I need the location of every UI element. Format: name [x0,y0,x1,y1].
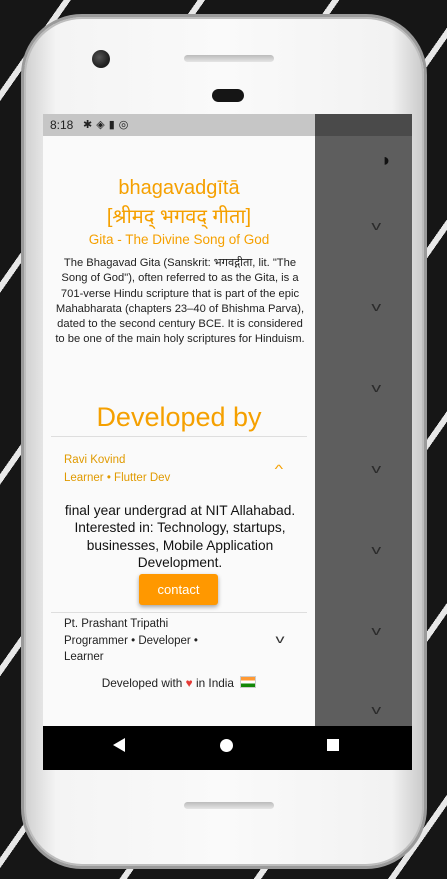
developer-bio: final year undergrad at NIT Allahabad. I… [64,503,296,570]
back-icon[interactable] [113,738,125,752]
chevron-up-icon[interactable]: ^ [275,462,283,476]
developer-name: Pt. Prashant Tripathi [64,618,169,630]
front-camera [92,50,110,68]
status-left-icons: ✱◈▮◎ [83,118,132,131]
app-subtitle: Gita - The Divine Song of God [88,232,270,247]
chevron-down-icon[interactable]: v [371,299,381,314]
developer-name: Ravi Kovind [64,454,126,466]
india-flag-icon [240,676,257,688]
home-icon[interactable] [220,739,233,752]
status-bar-shade [315,114,412,136]
screen: 8:18 ✱◈▮◎ ▼◢▮ ◗ v v v v v v v bhagavadgī… [43,114,412,770]
divider [51,436,307,437]
app-description: The Bhagavad Gita (Sanskrit: भगवद्गीता, … [55,257,305,346]
developer-role: Programmer • Developer • Learner [64,635,198,663]
app-title: bhagavadgītā [118,177,240,199]
chevron-down-icon[interactable]: v [371,380,381,395]
navigation-drawer: bhagavadgītā [श्रीमद् भगवद् गीता] Gita -… [43,136,315,726]
footer-credit: Developed with ♥ in India [43,676,315,690]
at-icon: ◎ [118,119,133,131]
chevron-down-icon[interactable]: v [276,632,285,646]
developer-role: Learner • Flutter Dev [64,472,171,484]
gear-icon: ✱ [83,119,97,131]
drawer-scrim[interactable]: ◗ v v v v v v v [315,114,412,726]
chevron-down-icon[interactable]: v [371,702,381,717]
shield-icon: ◈ [96,119,109,131]
sd-card-icon: ▮ [108,119,119,131]
divider [51,612,307,613]
app-title-devanagari: [श्रीमद् भगवद् गीता] [106,206,252,228]
bottom-speaker-grille [184,802,274,809]
recents-icon[interactable] [327,739,339,751]
status-time: 8:18 [50,118,74,132]
chevron-down-icon[interactable]: v [371,461,381,476]
top-speaker-grille [184,55,274,62]
earpiece [212,89,244,102]
chevron-down-icon[interactable]: v [371,218,381,233]
system-nav-bar [43,726,412,770]
chevron-down-icon[interactable]: v [371,623,381,638]
footer-text-before: Developed with [101,676,183,690]
chevron-down-icon[interactable]: v [371,542,381,557]
developed-by-heading: Developed by [96,402,262,432]
contact-button[interactable]: contact [139,574,218,605]
dark-mode-moon-icon[interactable]: ◗ [381,150,392,171]
heart-icon: ♥ [185,676,193,690]
footer-text-after: in India [195,676,234,690]
